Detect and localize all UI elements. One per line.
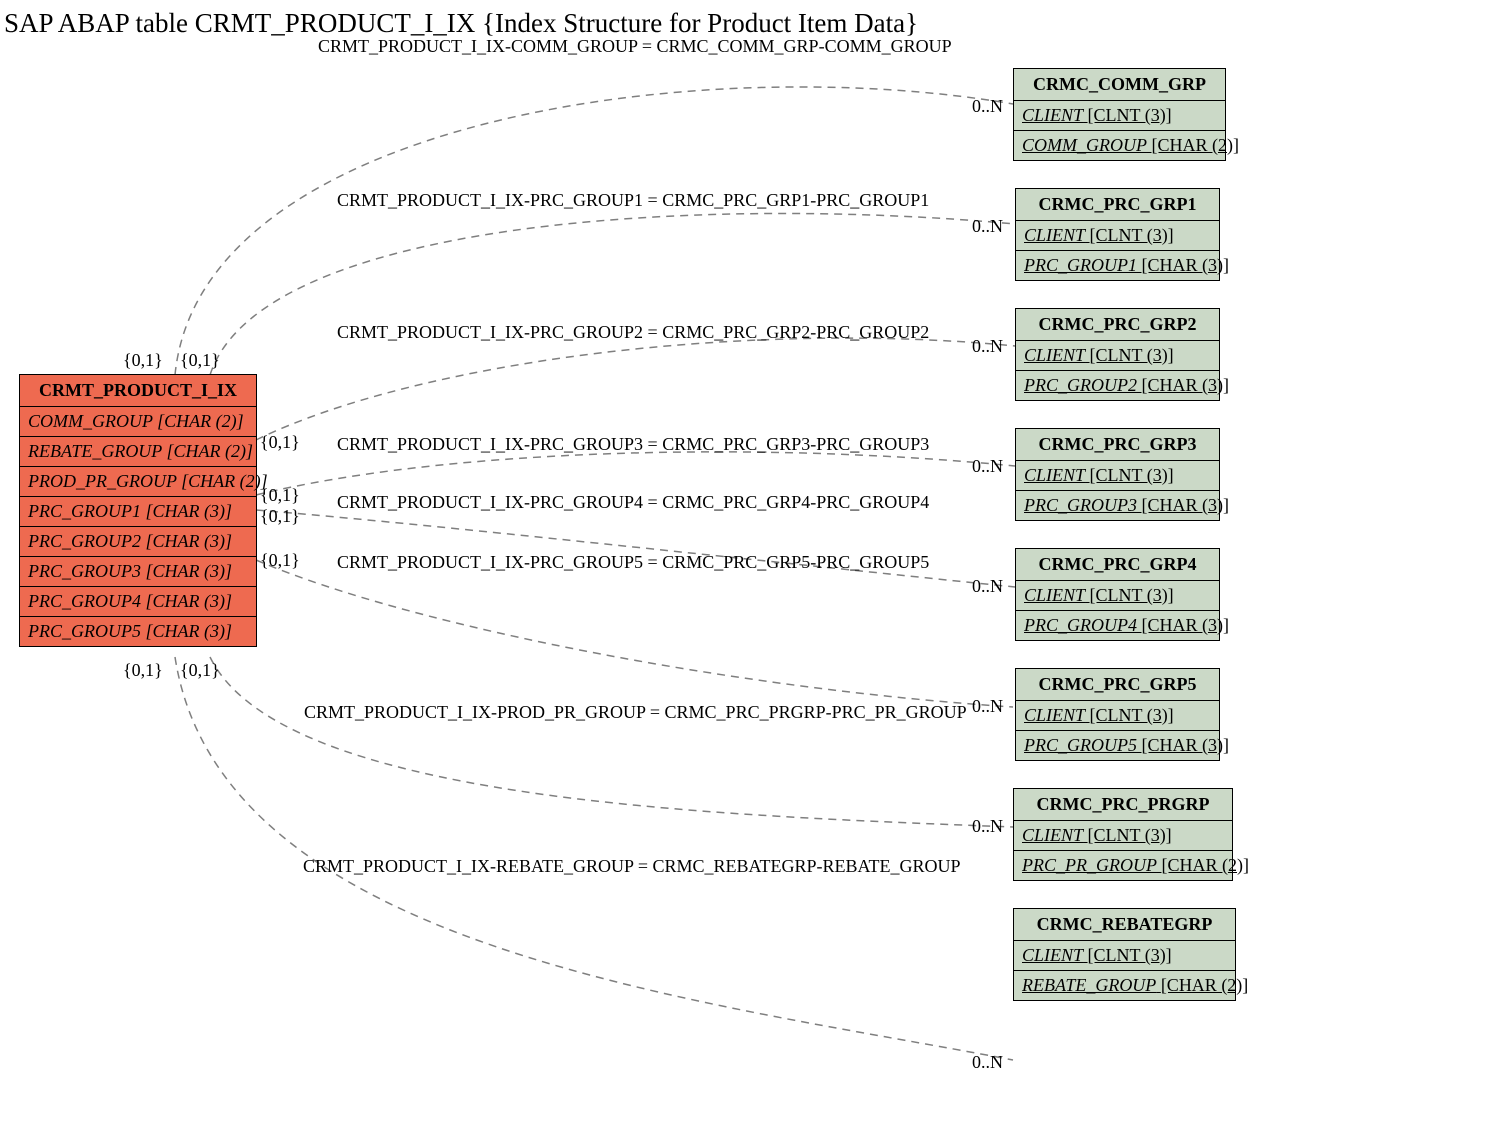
card-right: 0..N [972,456,1003,477]
field-row: PROD_PR_GROUP [CHAR (2)] [20,467,256,497]
field-row: PRC_GROUP2 [CHAR (3)] [20,527,256,557]
entity-name: CRMC_PRC_GRP1 [1016,189,1219,221]
entity-name: CRMC_PRC_GRP2 [1016,309,1219,341]
field-row: COMM_GROUP [CHAR (2)] [20,407,256,437]
field-row: CLIENT [CLNT (3)] [1016,341,1219,371]
field-row: PRC_GROUP1 [CHAR (3)] [1016,251,1219,280]
ref-entity-comm-grp: CRMC_COMM_GRP CLIENT [CLNT (3)] COMM_GRO… [1013,68,1226,161]
ref-entity-rebategrp: CRMC_REBATEGRP CLIENT [CLNT (3)] REBATE_… [1013,908,1236,1001]
field-row: CLIENT [CLNT (3)] [1016,461,1219,491]
entity-name: CRMC_PRC_GRP3 [1016,429,1219,461]
field-row: PRC_GROUP1 [CHAR (3)] [20,497,256,527]
card-right: 0..N [972,816,1003,837]
relation-label: CRMT_PRODUCT_I_IX-PROD_PR_GROUP = CRMC_P… [304,702,967,723]
field-row: PRC_GROUP5 [CHAR (3)] [1016,731,1219,760]
field-row: CLIENT [CLNT (3)] [1016,221,1219,251]
relation-label: CRMT_PRODUCT_I_IX-PRC_GROUP5 = CRMC_PRC_… [337,552,929,573]
field-row: PRC_PR_GROUP [CHAR (2)] [1014,851,1232,880]
ref-entity-prc-grp4: CRMC_PRC_GRP4 CLIENT [CLNT (3)] PRC_GROU… [1015,548,1220,641]
entity-name: CRMC_PRC_GRP4 [1016,549,1219,581]
field-row: CLIENT [CLNT (3)] [1014,941,1235,971]
card-left: {0,1} [260,550,300,571]
main-entity: CRMT_PRODUCT_I_IX COMM_GROUP [CHAR (2)] … [19,374,257,647]
card-left: {0,1} [260,432,300,453]
entity-name: CRMC_COMM_GRP [1014,69,1225,101]
ref-entity-prc-grp1: CRMC_PRC_GRP1 CLIENT [CLNT (3)] PRC_GROU… [1015,188,1220,281]
card-right: 0..N [972,216,1003,237]
card-right: 0..N [972,96,1003,117]
main-entity-name: CRMT_PRODUCT_I_IX [20,375,256,407]
field-row: PRC_GROUP2 [CHAR (3)] [1016,371,1219,400]
entity-name: CRMC_PRC_GRP5 [1016,669,1219,701]
field-row: PRC_GROUP5 [CHAR (3)] [20,617,256,646]
card-right: 0..N [972,696,1003,717]
field-row: COMM_GROUP [CHAR (2)] [1014,131,1225,160]
entity-name: CRMC_REBATEGRP [1014,909,1235,941]
field-row: PRC_GROUP3 [CHAR (3)] [20,557,256,587]
relation-label: CRMT_PRODUCT_I_IX-REBATE_GROUP = CRMC_RE… [303,856,961,877]
page-title: SAP ABAP table CRMT_PRODUCT_I_IX {Index … [4,8,918,39]
relation-label: CRMT_PRODUCT_I_IX-PRC_GROUP2 = CRMC_PRC_… [337,322,929,343]
field-row: CLIENT [CLNT (3)] [1014,101,1225,131]
ref-entity-prc-grp3: CRMC_PRC_GRP3 CLIENT [CLNT (3)] PRC_GROU… [1015,428,1220,521]
ref-entity-prc-prgrp: CRMC_PRC_PRGRP CLIENT [CLNT (3)] PRC_PR_… [1013,788,1233,881]
relation-label: CRMT_PRODUCT_I_IX-PRC_GROUP1 = CRMC_PRC_… [337,190,929,211]
relation-label: CRMT_PRODUCT_I_IX-PRC_GROUP3 = CRMC_PRC_… [337,434,929,455]
card-left: {0,1} [123,660,163,681]
ref-entity-prc-grp5: CRMC_PRC_GRP5 CLIENT [CLNT (3)] PRC_GROU… [1015,668,1220,761]
field-row: CLIENT [CLNT (3)] [1016,581,1219,611]
card-right: 0..N [972,336,1003,357]
field-row: PRC_GROUP4 [CHAR (3)] [20,587,256,617]
relation-label: CRMT_PRODUCT_I_IX-PRC_GROUP4 = CRMC_PRC_… [337,492,929,513]
card-left: {0,1} [123,350,163,371]
card-left: {0,1} [180,350,220,371]
card-right: 0..N [972,576,1003,597]
field-row: CLIENT [CLNT (3)] [1016,701,1219,731]
card-left: {0,1} [260,506,300,527]
card-left: {0,1} [260,485,300,506]
field-row: CLIENT [CLNT (3)] [1014,821,1232,851]
field-row: PRC_GROUP3 [CHAR (3)] [1016,491,1219,520]
ref-entity-prc-grp2: CRMC_PRC_GRP2 CLIENT [CLNT (3)] PRC_GROU… [1015,308,1220,401]
field-row: PRC_GROUP4 [CHAR (3)] [1016,611,1219,640]
card-left: {0,1} [180,660,220,681]
relation-label: CRMT_PRODUCT_I_IX-COMM_GROUP = CRMC_COMM… [318,36,952,57]
card-right: 0..N [972,1052,1003,1073]
field-row: REBATE_GROUP [CHAR (2)] [1014,971,1235,1000]
field-row: REBATE_GROUP [CHAR (2)] [20,437,256,467]
entity-name: CRMC_PRC_PRGRP [1014,789,1232,821]
